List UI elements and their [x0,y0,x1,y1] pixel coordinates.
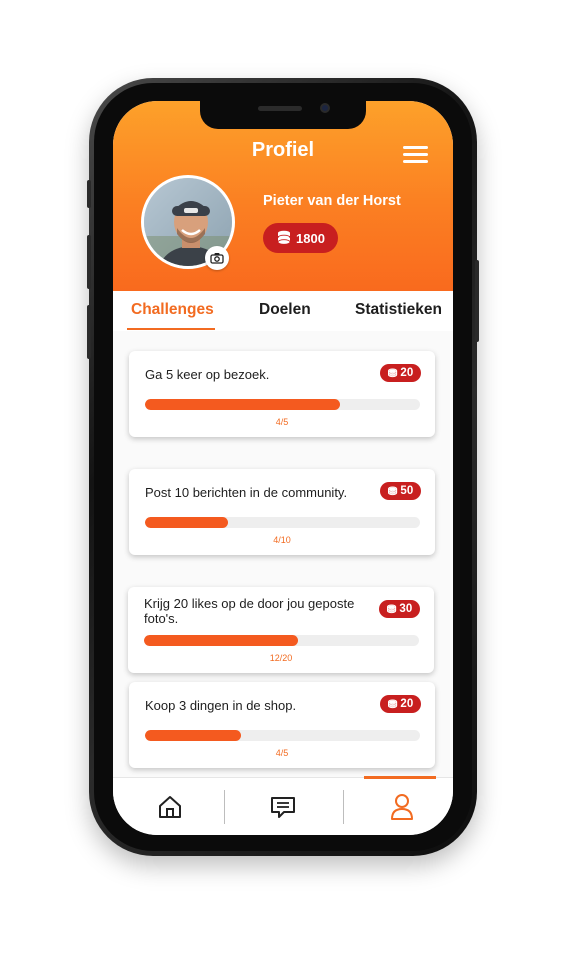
nav-home[interactable] [113,778,226,835]
reward-value: 20 [400,367,414,379]
progress-bar [145,399,420,410]
reward-value: 50 [400,485,414,497]
reward-value: 20 [400,698,414,710]
active-tab-indicator [127,328,215,330]
chat-icon [270,797,295,818]
progress-bar [144,635,419,646]
challenge-card[interactable]: Krijg 20 likes op de door jou geposte fo… [128,587,434,673]
change-photo-camera-icon[interactable] [205,246,229,270]
profile-header: Profiel Pieter van der Horst 1800 [113,101,453,291]
coins-icon: ⛃ [387,699,398,711]
hamburger-menu-icon[interactable] [403,146,428,164]
nav-messages[interactable] [226,778,339,835]
bottom-navigation [113,776,453,835]
phone-volume-down [87,305,91,359]
challenge-card[interactable]: Post 10 berichten in de community. ⛃ 50 4… [129,469,435,555]
challenge-card[interactable]: Ga 5 keer op bezoek. ⛃ 20 4/5 [129,351,435,437]
progress-fill [144,635,298,646]
progress-fill [145,517,228,528]
coins-icon: ⛃ [387,368,398,380]
tab-bar: Challenges Doelen Statistieken [113,291,453,331]
challenge-text: Post 10 berichten in de community. [145,485,348,500]
coin-balance-badge: 1800 [263,223,338,253]
nav-divider [343,790,344,824]
tab-doelen[interactable]: Doelen [259,301,311,319]
speaker-grille [258,106,302,111]
progress-label: 12/20 [269,653,293,663]
progress-label: 4/5 [275,748,289,758]
coins-icon [277,230,291,245]
tab-statistieken[interactable]: Statistieken [355,301,442,319]
reward-value: 30 [399,603,413,615]
phone-notch [200,101,366,129]
phone-side-button [87,180,91,208]
user-name: Pieter van der Horst [263,193,401,209]
progress-fill [145,730,242,741]
reward-badge: ⛃ 30 [379,600,420,618]
phone-volume-up [87,235,91,289]
tab-challenges[interactable]: Challenges [131,301,214,319]
front-camera [320,103,330,113]
progress-label: 4/10 [273,535,291,545]
challenge-text: Koop 3 dingen in de shop. [145,698,297,713]
reward-badge: ⛃ 20 [380,695,421,713]
page-title: Profiel [251,139,315,161]
profile-icon [390,794,413,820]
progress-bar [145,730,420,741]
phone-power-button [475,260,479,342]
coin-balance-value: 1800 [296,230,325,246]
challenge-text: Ga 5 keer op bezoek. [145,367,270,382]
nav-divider [224,790,225,824]
coins-icon: ⛃ [387,486,398,498]
progress-fill [145,399,341,410]
progress-label: 4/5 [275,417,289,427]
nav-profile[interactable] [345,778,453,835]
challenge-card[interactable]: Koop 3 dingen in de shop. ⛃ 20 4/5 [129,682,435,768]
reward-badge: ⛃ 50 [380,482,421,500]
app-screen: Profiel Pieter van der Horst 1800 Challe… [113,101,453,835]
coins-icon: ⛃ [386,604,397,616]
home-icon [158,796,181,818]
progress-bar [145,517,420,528]
reward-badge: ⛃ 20 [380,364,421,382]
challenge-text: Krijg 20 likes op de door jou geposte fo… [144,596,355,626]
